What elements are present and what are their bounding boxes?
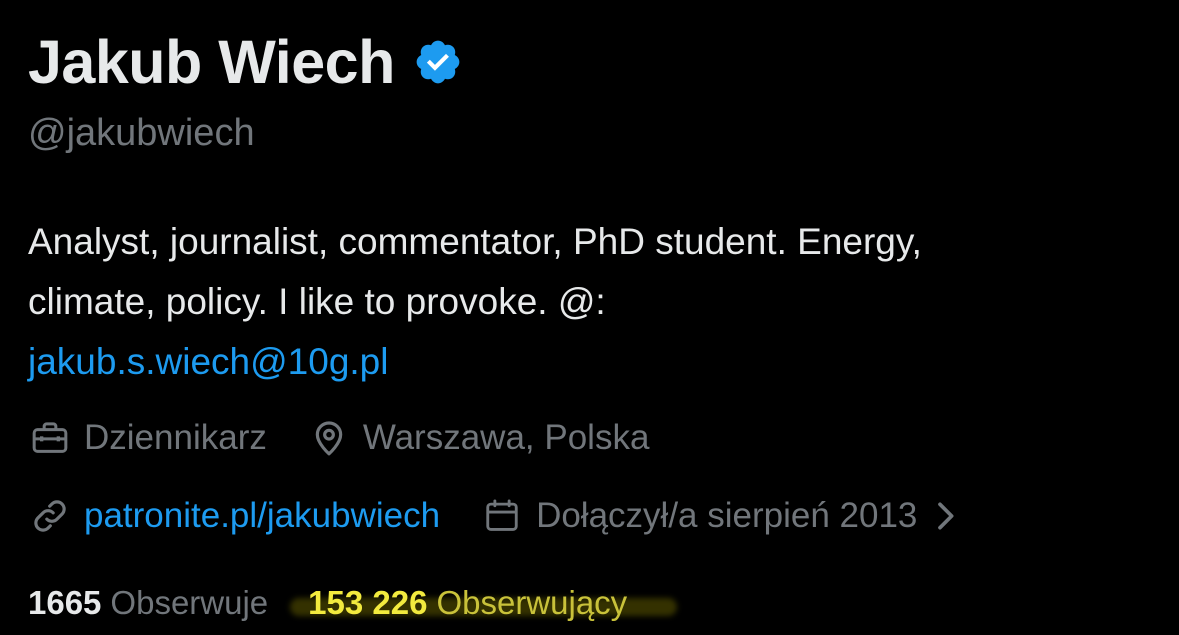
briefcase-icon bbox=[28, 416, 72, 460]
location-pin-icon bbox=[307, 416, 351, 460]
location-text: Warszawa, Polska bbox=[362, 418, 650, 457]
followers-link[interactable]: 153 226 Obserwujący bbox=[290, 584, 678, 622]
following-label: Obserwuje bbox=[110, 584, 269, 621]
following-link[interactable]: 1665 Obserwuje bbox=[28, 584, 268, 622]
verified-badge-icon[interactable] bbox=[413, 37, 463, 87]
followers-count: 153 226 bbox=[308, 584, 428, 621]
user-handle: @jakubwiech bbox=[28, 112, 255, 154]
display-name: Jakub Wiech bbox=[28, 28, 395, 96]
chevron-right-icon[interactable] bbox=[931, 499, 959, 533]
name-row: Jakub Wiech bbox=[28, 24, 463, 100]
link-icon bbox=[28, 494, 72, 538]
profession-item: Dziennikarz bbox=[28, 416, 267, 460]
calendar-icon bbox=[480, 494, 524, 538]
profile-header: Jakub Wiech @jakubwiech Analyst, journal… bbox=[28, 0, 1158, 635]
bio: Analyst, journalist, commentator, PhD st… bbox=[28, 212, 1153, 392]
bio-line: Analyst, journalist, commentator, PhD st… bbox=[28, 221, 922, 262]
following-count: 1665 bbox=[28, 584, 102, 621]
profession-text: Dziennikarz bbox=[84, 418, 267, 457]
joined-date: Dołączył/a sierpień 2013 bbox=[536, 496, 918, 535]
location-item: Warszawa, Polska bbox=[307, 416, 650, 460]
profile-meta-row: Dziennikarz Warszawa, Polska bbox=[28, 413, 649, 463]
profile-meta-row: patronite.pl/jakubwiech Dołączył/a sierp… bbox=[28, 491, 959, 541]
website-link[interactable]: patronite.pl/jakubwiech bbox=[84, 496, 440, 536]
bio-line: climate, policy. I like to provoke. @: bbox=[28, 281, 606, 322]
follow-stats: 1665 Obserwuje 153 226 Obserwujący bbox=[28, 578, 678, 628]
followers-label: Obserwujący bbox=[436, 584, 628, 621]
joined-item: Dołączył/a sierpień 2013 bbox=[480, 494, 959, 538]
bio-email-link[interactable]: jakub.s.wiech@10g.pl bbox=[28, 332, 1153, 392]
website-item[interactable]: patronite.pl/jakubwiech bbox=[28, 494, 440, 538]
